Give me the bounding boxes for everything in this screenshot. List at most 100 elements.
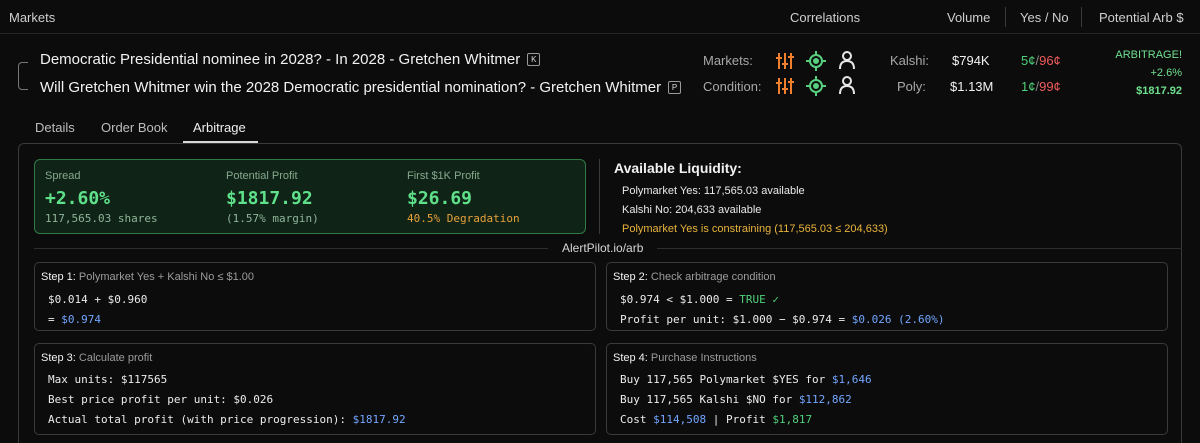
market-title-poly[interactable]: Will Gretchen Whitmer win the 2028 Democ… (40, 79, 682, 96)
step-2-title: Step 2: (613, 271, 648, 283)
step-2-line-2: Profit per unit: $1.000 − $0.974 = $0.02… (620, 313, 945, 326)
poly-yes-no: 1¢/99¢ (1021, 79, 1061, 94)
user-icon[interactable] (837, 75, 857, 95)
total-profit: $1,817 (772, 413, 813, 426)
first-1k-value: $26.69 (407, 188, 473, 209)
step-3-header: Step 3: Calculate profit (41, 352, 152, 364)
step-1-line-1: $0.014 + $0.960 (48, 293, 148, 306)
step-4-line-1: Buy 117,565 Polymarket $YES for $1,646 (620, 373, 872, 386)
target-icon[interactable] (806, 76, 826, 96)
step-1-title: Step 1: (41, 271, 76, 283)
kalshi-tag: K (527, 53, 541, 66)
step-1-subtitle: Polymarket Yes + Kalshi No ≤ $1.00 (78, 271, 255, 283)
profit-label: | Profit (706, 413, 773, 426)
condition-label: Condition: (703, 79, 762, 94)
col-volume[interactable]: Volume (947, 10, 990, 25)
table-header: Markets Correlations Volume Yes / No Pot… (0, 0, 1200, 34)
arb-amount: $1817.92 (1136, 85, 1182, 97)
step-4-line-2: Buy 117,565 Kalshi $NO for $112,862 (620, 393, 852, 406)
liquidity-title: Available Liquidity: (614, 160, 742, 176)
tab-arbitrage[interactable]: Arbitrage (193, 120, 246, 135)
buy-kalshi-cost: $112,862 (798, 393, 852, 406)
step-4-header: Step 4: Purchase Instructions (613, 352, 757, 364)
sliders-icon[interactable] (775, 51, 795, 71)
step-4-title: Step 4: (613, 352, 648, 364)
header-divider (1081, 7, 1082, 27)
poly-no-price: 99¢ (1039, 79, 1061, 94)
target-icon[interactable] (806, 51, 826, 71)
potential-profit-stat: Potential Profit $1817.92 (1.57% margin) (226, 170, 319, 225)
market-title-text: Democratic Presidential nominee in 2028?… (40, 51, 521, 68)
col-markets[interactable]: Markets (9, 10, 55, 25)
step-3-total-label: Actual total profit (with price progress… (48, 413, 353, 426)
summary-divider (599, 159, 600, 234)
tab-details[interactable]: Details (35, 120, 75, 135)
liquidity-poly-yes: Polymarket Yes: 117,565.03 available (622, 185, 805, 197)
step-1-sum: $0.974 (61, 313, 101, 326)
liquidity-kalshi-no: Kalshi No: 204,633 available (622, 204, 762, 216)
step-3-line-1: Max units: $117565 (48, 373, 168, 386)
poly-volume: $1.13M (950, 79, 994, 94)
market-title-text: Will Gretchen Whitmer win the 2028 Democ… (40, 79, 662, 96)
step-2-card: Step 2: Check arbitrage condition $0.974… (606, 262, 1168, 331)
spread-shares: 117,565.03 shares (45, 212, 158, 225)
poly-label: Poly: (897, 79, 926, 94)
step-2-profit-calc: Profit per unit: $1.000 − $0.974 = (620, 313, 852, 326)
total-cost: $114,508 (653, 413, 707, 426)
cost-label: Cost (620, 413, 654, 426)
tab-order-book[interactable]: Order Book (101, 120, 167, 135)
market-group-bracket (18, 62, 28, 90)
kalshi-yes-price: 5¢ (1021, 53, 1036, 68)
market-title-kalshi[interactable]: Democratic Presidential nominee in 2028?… (40, 51, 541, 68)
step-2-line-1: $0.974 < $1.000 = TRUE ✓ (620, 293, 779, 306)
sliders-icon[interactable] (775, 76, 795, 96)
step-3-subtitle: Calculate profit (78, 352, 153, 364)
poly-tag: P (668, 81, 682, 94)
buy-poly-label: Buy 117,565 Polymarket $YES for (620, 373, 832, 386)
buy-poly-cost: $1,646 (831, 373, 872, 386)
available-liquidity: Available Liquidity: Polymarket Yes: 117… (614, 160, 888, 235)
profit-value: $1817.92 (226, 188, 313, 209)
step-1-header: Step 1: Polymarket Yes + Kalshi No ≤ $1.… (41, 271, 254, 283)
profit-margin: (1.57% margin) (226, 212, 319, 225)
kalshi-no-price: 96¢ (1039, 53, 1061, 68)
buy-kalshi-label: Buy 117,565 Kalshi $NO for (620, 393, 799, 406)
profit-label: Potential Profit (226, 170, 298, 182)
poly-yes-price: 1¢ (1021, 79, 1036, 94)
step-4-card: Step 4: Purchase Instructions Buy 117,56… (606, 343, 1168, 435)
first-1k-degradation: 40.5% Degradation (407, 212, 520, 225)
step-2-subtitle: Check arbitrage condition (650, 271, 776, 283)
step-3-line-3: Actual total profit (with price progress… (48, 413, 406, 426)
markets-label: Markets: (703, 53, 753, 68)
liquidity-constraint: Polymarket Yes is constraining (117,565.… (622, 223, 888, 235)
spread-stat: Spread +2.60% 117,565.03 shares (45, 170, 158, 225)
step-4-subtitle: Purchase Instructions (650, 352, 757, 364)
kalshi-label: Kalshi: (890, 53, 930, 68)
first-1k-label: First $1K Profit (407, 170, 480, 182)
step-2-profit-value: $0.026 (2.60%) (851, 313, 945, 326)
arb-status: ARBITRAGE! (1115, 49, 1182, 61)
step-2-condition: $0.974 < $1.000 = (620, 293, 740, 306)
step-3-total-value: $1817.92 (352, 413, 406, 426)
alertpilot-link[interactable]: AlertPilot.io/arb (548, 241, 658, 255)
header-divider (1005, 7, 1006, 27)
step-3-title: Step 3: (41, 352, 76, 364)
step-1-eq: = (48, 313, 62, 326)
step-2-header: Step 2: Check arbitrage condition (613, 271, 776, 283)
spread-label: Spread (45, 170, 81, 182)
step-1-line-2: = $0.974 (48, 313, 101, 326)
step-3-line-2: Best price profit per unit: $0.026 (48, 393, 274, 406)
step-4-line-3: Cost $114,508 | Profit $1,817 (620, 413, 812, 426)
profit-summary: Spread +2.60% 117,565.03 shares Potentia… (34, 159, 586, 234)
col-yes-no[interactable]: Yes / No (1020, 10, 1069, 25)
spread-value: +2.60% (45, 188, 111, 209)
step-2-result: TRUE ✓ (739, 293, 779, 306)
col-correlations[interactable]: Correlations (790, 10, 860, 25)
arb-percent: +2.6% (1150, 67, 1183, 79)
col-potential-arb[interactable]: Potential Arb $ (1099, 10, 1184, 25)
user-icon[interactable] (837, 50, 857, 70)
kalshi-volume: $794K (952, 53, 990, 68)
step-1-card: Step 1: Polymarket Yes + Kalshi No ≤ $1.… (34, 262, 596, 331)
first-1k-stat: First $1K Profit $26.69 40.5% Degradatio… (407, 170, 520, 225)
kalshi-yes-no: 5¢/96¢ (1021, 53, 1061, 68)
